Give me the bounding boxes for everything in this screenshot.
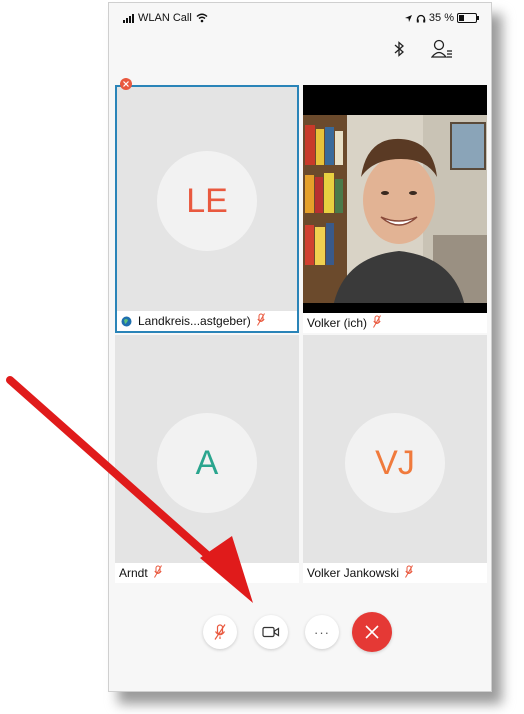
participant-name-bar: Landkreis...astgeber) [117,311,297,331]
avatar: LE [157,151,257,251]
participant-name: Landkreis...astgeber) [138,314,251,328]
participant-tile-arndt[interactable]: A Arndt [115,335,299,583]
hang-up-button[interactable] [352,612,392,652]
participant-tile-le[interactable]: LE Landkreis...astgeber) [115,85,299,333]
participant-name-bar: Volker (ich) [303,313,487,333]
participants-icon[interactable] [431,39,453,59]
video-feed [303,85,487,307]
battery-icon [457,13,479,23]
mic-off-icon [405,565,413,581]
avatar-initials: VJ [375,443,415,482]
avatar-initials: A [195,443,219,482]
phone-screen: WLAN Call 35 % LE Landkreis...astgeber) [108,2,492,692]
participant-name: Arndt [119,566,148,580]
mic-off-icon [153,565,162,581]
battery-percent: 35 % [428,12,454,24]
close-icon [365,625,379,639]
location-icon [404,14,412,22]
mic-off-icon [256,313,265,329]
mute-button[interactable] [203,615,237,649]
more-options-button[interactable]: ··· [305,615,339,649]
more-options-icon: ··· [314,624,330,640]
host-globe-icon [121,316,132,326]
avatar-initials: LE [186,181,228,220]
camera-icon [262,626,280,638]
participant-name-bar: Arndt [115,563,299,583]
participant-name: Volker Jankowski [307,566,400,580]
avatar: VJ [345,413,445,513]
signal-icon [123,13,134,23]
wifi-icon [196,13,208,23]
mic-off-icon [373,315,381,331]
participant-tile-vj[interactable]: VJ Volker Jankowski [303,335,487,583]
mic-off-icon [214,624,226,640]
participant-name-bar: Volker Jankowski [303,563,487,583]
status-bar: WLAN Call 35 % [109,3,491,33]
avatar: A [157,413,257,513]
carrier-label: WLAN Call [138,12,192,24]
remove-badge[interactable] [120,78,132,90]
participant-name: Volker (ich) [307,316,368,330]
close-icon [123,81,129,87]
call-controls: ··· [109,607,491,657]
headphones-icon [416,14,426,22]
video-toggle-button[interactable] [254,615,288,649]
bluetooth-icon[interactable] [393,40,405,58]
participant-tile-self-video[interactable]: Volker (ich) [303,85,487,333]
